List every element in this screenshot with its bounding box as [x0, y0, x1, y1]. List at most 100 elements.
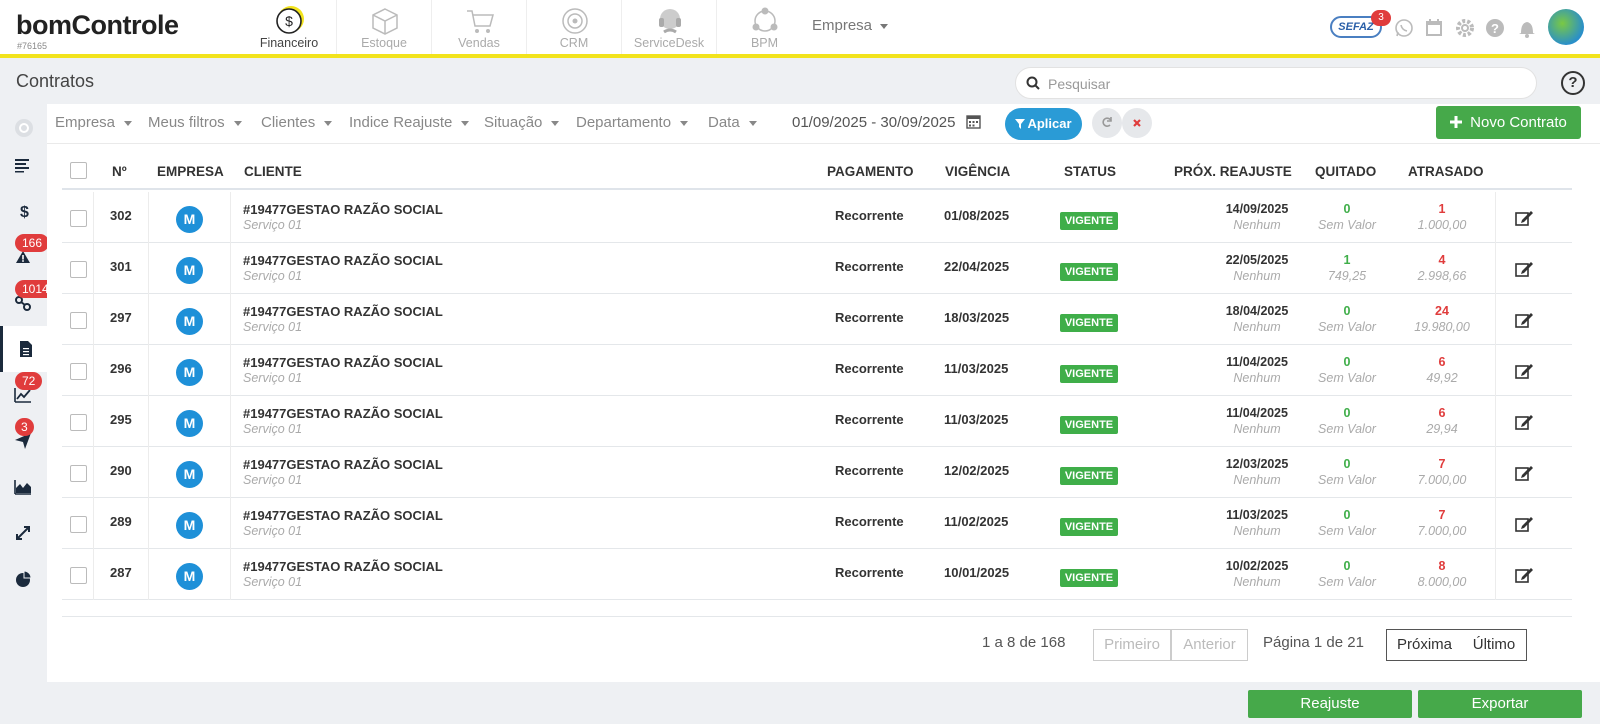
col-vigencia[interactable]: VIGÊNCIA	[945, 164, 1010, 179]
row-client[interactable]: #19477GESTAO RAZÃO SOCIAL	[243, 559, 443, 574]
row-checkbox[interactable]	[70, 312, 87, 329]
empresa-avatar: M	[176, 461, 203, 488]
table-row[interactable]: 289 M #19477GESTAO RAZÃO SOCIAL Serviço …	[62, 498, 1572, 549]
row-checkbox[interactable]	[70, 465, 87, 482]
next-page-button[interactable]: Próxima	[1386, 629, 1463, 661]
bell-icon[interactable]	[1516, 17, 1538, 39]
sidebar-item-pizza[interactable]	[0, 556, 47, 602]
table-row[interactable]: 290 M #19477GESTAO RAZÃO SOCIAL Serviço …	[62, 447, 1572, 498]
col-pagamento[interactable]: PAGAMENTO	[827, 164, 914, 179]
table-row[interactable]: 302 M #19477GESTAO RAZÃO SOCIAL Serviço …	[62, 192, 1572, 243]
row-service: Serviço 01	[243, 218, 303, 232]
filter-indice-reajuste[interactable]: Indice Reajuste	[349, 114, 470, 131]
edit-icon[interactable]	[1514, 208, 1534, 228]
row-paid-count: 0	[1343, 304, 1351, 318]
clear-filters-button[interactable]	[1122, 108, 1152, 138]
row-checkbox[interactable]	[70, 567, 87, 584]
prev-page-button[interactable]: Anterior	[1171, 629, 1248, 661]
apply-button[interactable]: Aplicar	[1005, 108, 1082, 140]
sidebar-item-contratos[interactable]	[0, 326, 47, 372]
table-row[interactable]: 295 M #19477GESTAO RAZÃO SOCIAL Serviço …	[62, 396, 1572, 447]
row-payment: Recorrente	[835, 412, 904, 427]
date-range-value: 01/09/2025 - 30/09/2025	[792, 114, 956, 131]
row-client[interactable]: #19477GESTAO RAZÃO SOCIAL	[243, 508, 443, 523]
row-paid-value: Sem Valor	[1318, 473, 1376, 487]
last-page-button[interactable]: Último	[1462, 629, 1527, 661]
select-all-checkbox[interactable]	[70, 162, 87, 179]
col-num[interactable]: Nº	[112, 164, 127, 179]
status-badge: VIGENTE	[1060, 416, 1118, 434]
whatsapp-icon[interactable]	[1393, 17, 1415, 39]
edit-icon[interactable]	[1514, 361, 1534, 381]
col-quitado[interactable]: QUITADO	[1315, 164, 1376, 179]
edit-icon[interactable]	[1514, 565, 1534, 585]
search-input[interactable]	[1048, 74, 1518, 94]
row-validity: 11/03/2025	[944, 412, 1009, 427]
row-checkbox[interactable]	[70, 363, 87, 380]
col-reajuste[interactable]: PRÓX. REAJUSTE	[1174, 164, 1292, 179]
edit-icon[interactable]	[1514, 259, 1534, 279]
table-row[interactable]: 287 M #19477GESTAO RAZÃO SOCIAL Serviço …	[62, 549, 1572, 600]
calendar-icon[interactable]	[1423, 17, 1445, 39]
filter-clientes[interactable]: Clientes	[261, 114, 333, 131]
col-empresa[interactable]: EMPRESA	[157, 164, 224, 179]
refresh-button[interactable]	[1092, 108, 1122, 138]
module-financeiro[interactable]: $ Financeiro	[242, 0, 337, 54]
status-badge: VIGENTE	[1060, 518, 1118, 536]
edit-icon[interactable]	[1514, 463, 1534, 483]
table-row[interactable]: 297 M #19477GESTAO RAZÃO SOCIAL Serviço …	[62, 294, 1572, 345]
edit-icon[interactable]	[1514, 514, 1534, 534]
table-row[interactable]: 301 M #19477GESTAO RAZÃO SOCIAL Serviço …	[62, 243, 1572, 294]
edit-icon[interactable]	[1514, 412, 1534, 432]
search-box[interactable]	[1015, 67, 1537, 99]
row-checkbox[interactable]	[70, 261, 87, 278]
filter-situacao[interactable]: Situação	[484, 114, 560, 131]
export-button[interactable]: Exportar	[1418, 690, 1582, 718]
row-paid-value: Sem Valor	[1318, 575, 1376, 589]
filter-departamento[interactable]: Departamento	[576, 114, 689, 131]
row-overdue-count: 1	[1438, 202, 1446, 216]
app-logo[interactable]: bomControle	[16, 10, 179, 41]
sidebar-item-graficos[interactable]	[0, 464, 47, 510]
module-bpm[interactable]: BPM	[717, 0, 812, 54]
filter-meus-filtros[interactable]: Meus filtros	[148, 114, 242, 131]
empresa-dropdown[interactable]: Empresa	[812, 17, 889, 34]
empresa-avatar: M	[176, 206, 203, 233]
sidebar-item-financeiro[interactable]: $	[0, 188, 47, 234]
row-overdue-count: 8	[1438, 559, 1446, 573]
table-row[interactable]: 296 M #19477GESTAO RAZÃO SOCIAL Serviço …	[62, 345, 1572, 396]
filter-empresa[interactable]: Empresa	[55, 114, 133, 131]
row-checkbox[interactable]	[70, 414, 87, 431]
date-range-field[interactable]: 01/09/2025 - 30/09/2025	[792, 114, 981, 131]
filter-data[interactable]: Data	[708, 114, 757, 131]
col-cliente[interactable]: CLIENTE	[244, 164, 302, 179]
row-checkbox[interactable]	[70, 210, 87, 227]
user-avatar[interactable]	[1548, 9, 1584, 45]
row-client[interactable]: #19477GESTAO RAZÃO SOCIAL	[243, 406, 443, 421]
module-estoque[interactable]: Estoque	[337, 0, 432, 54]
help-circle-icon[interactable]: ?	[1484, 17, 1506, 39]
edit-icon[interactable]	[1514, 310, 1534, 330]
module-vendas[interactable]: Vendas	[432, 0, 527, 54]
module-servicedesk[interactable]: ServiceDesk	[622, 0, 717, 54]
gear-icon[interactable]	[1454, 17, 1476, 39]
module-crm[interactable]: CRM	[527, 0, 622, 54]
column-divider	[230, 294, 231, 345]
help-button[interactable]: ?	[1561, 71, 1585, 95]
col-status[interactable]: STATUS	[1064, 164, 1116, 179]
row-client[interactable]: #19477GESTAO RAZÃO SOCIAL	[243, 355, 443, 370]
row-client[interactable]: #19477GESTAO RAZÃO SOCIAL	[243, 457, 443, 472]
row-checkbox[interactable]	[70, 516, 87, 533]
first-page-button[interactable]: Primeiro	[1093, 629, 1171, 661]
new-contract-button[interactable]: Novo Contrato	[1436, 106, 1581, 139]
row-client[interactable]: #19477GESTAO RAZÃO SOCIAL	[243, 202, 443, 217]
col-atrasado[interactable]: ATRASADO	[1408, 164, 1484, 179]
row-client[interactable]: #19477GESTAO RAZÃO SOCIAL	[243, 253, 443, 268]
module-label: CRM	[559, 36, 589, 50]
reajuste-button[interactable]: Reajuste	[1248, 690, 1412, 718]
row-client[interactable]: #19477GESTAO RAZÃO SOCIAL	[243, 304, 443, 319]
row-validity: 22/04/2025	[944, 259, 1010, 274]
sidebar-item-expandir[interactable]	[0, 510, 47, 556]
sidebar-item-dashboard[interactable]	[0, 142, 47, 188]
column-divider	[230, 192, 231, 243]
